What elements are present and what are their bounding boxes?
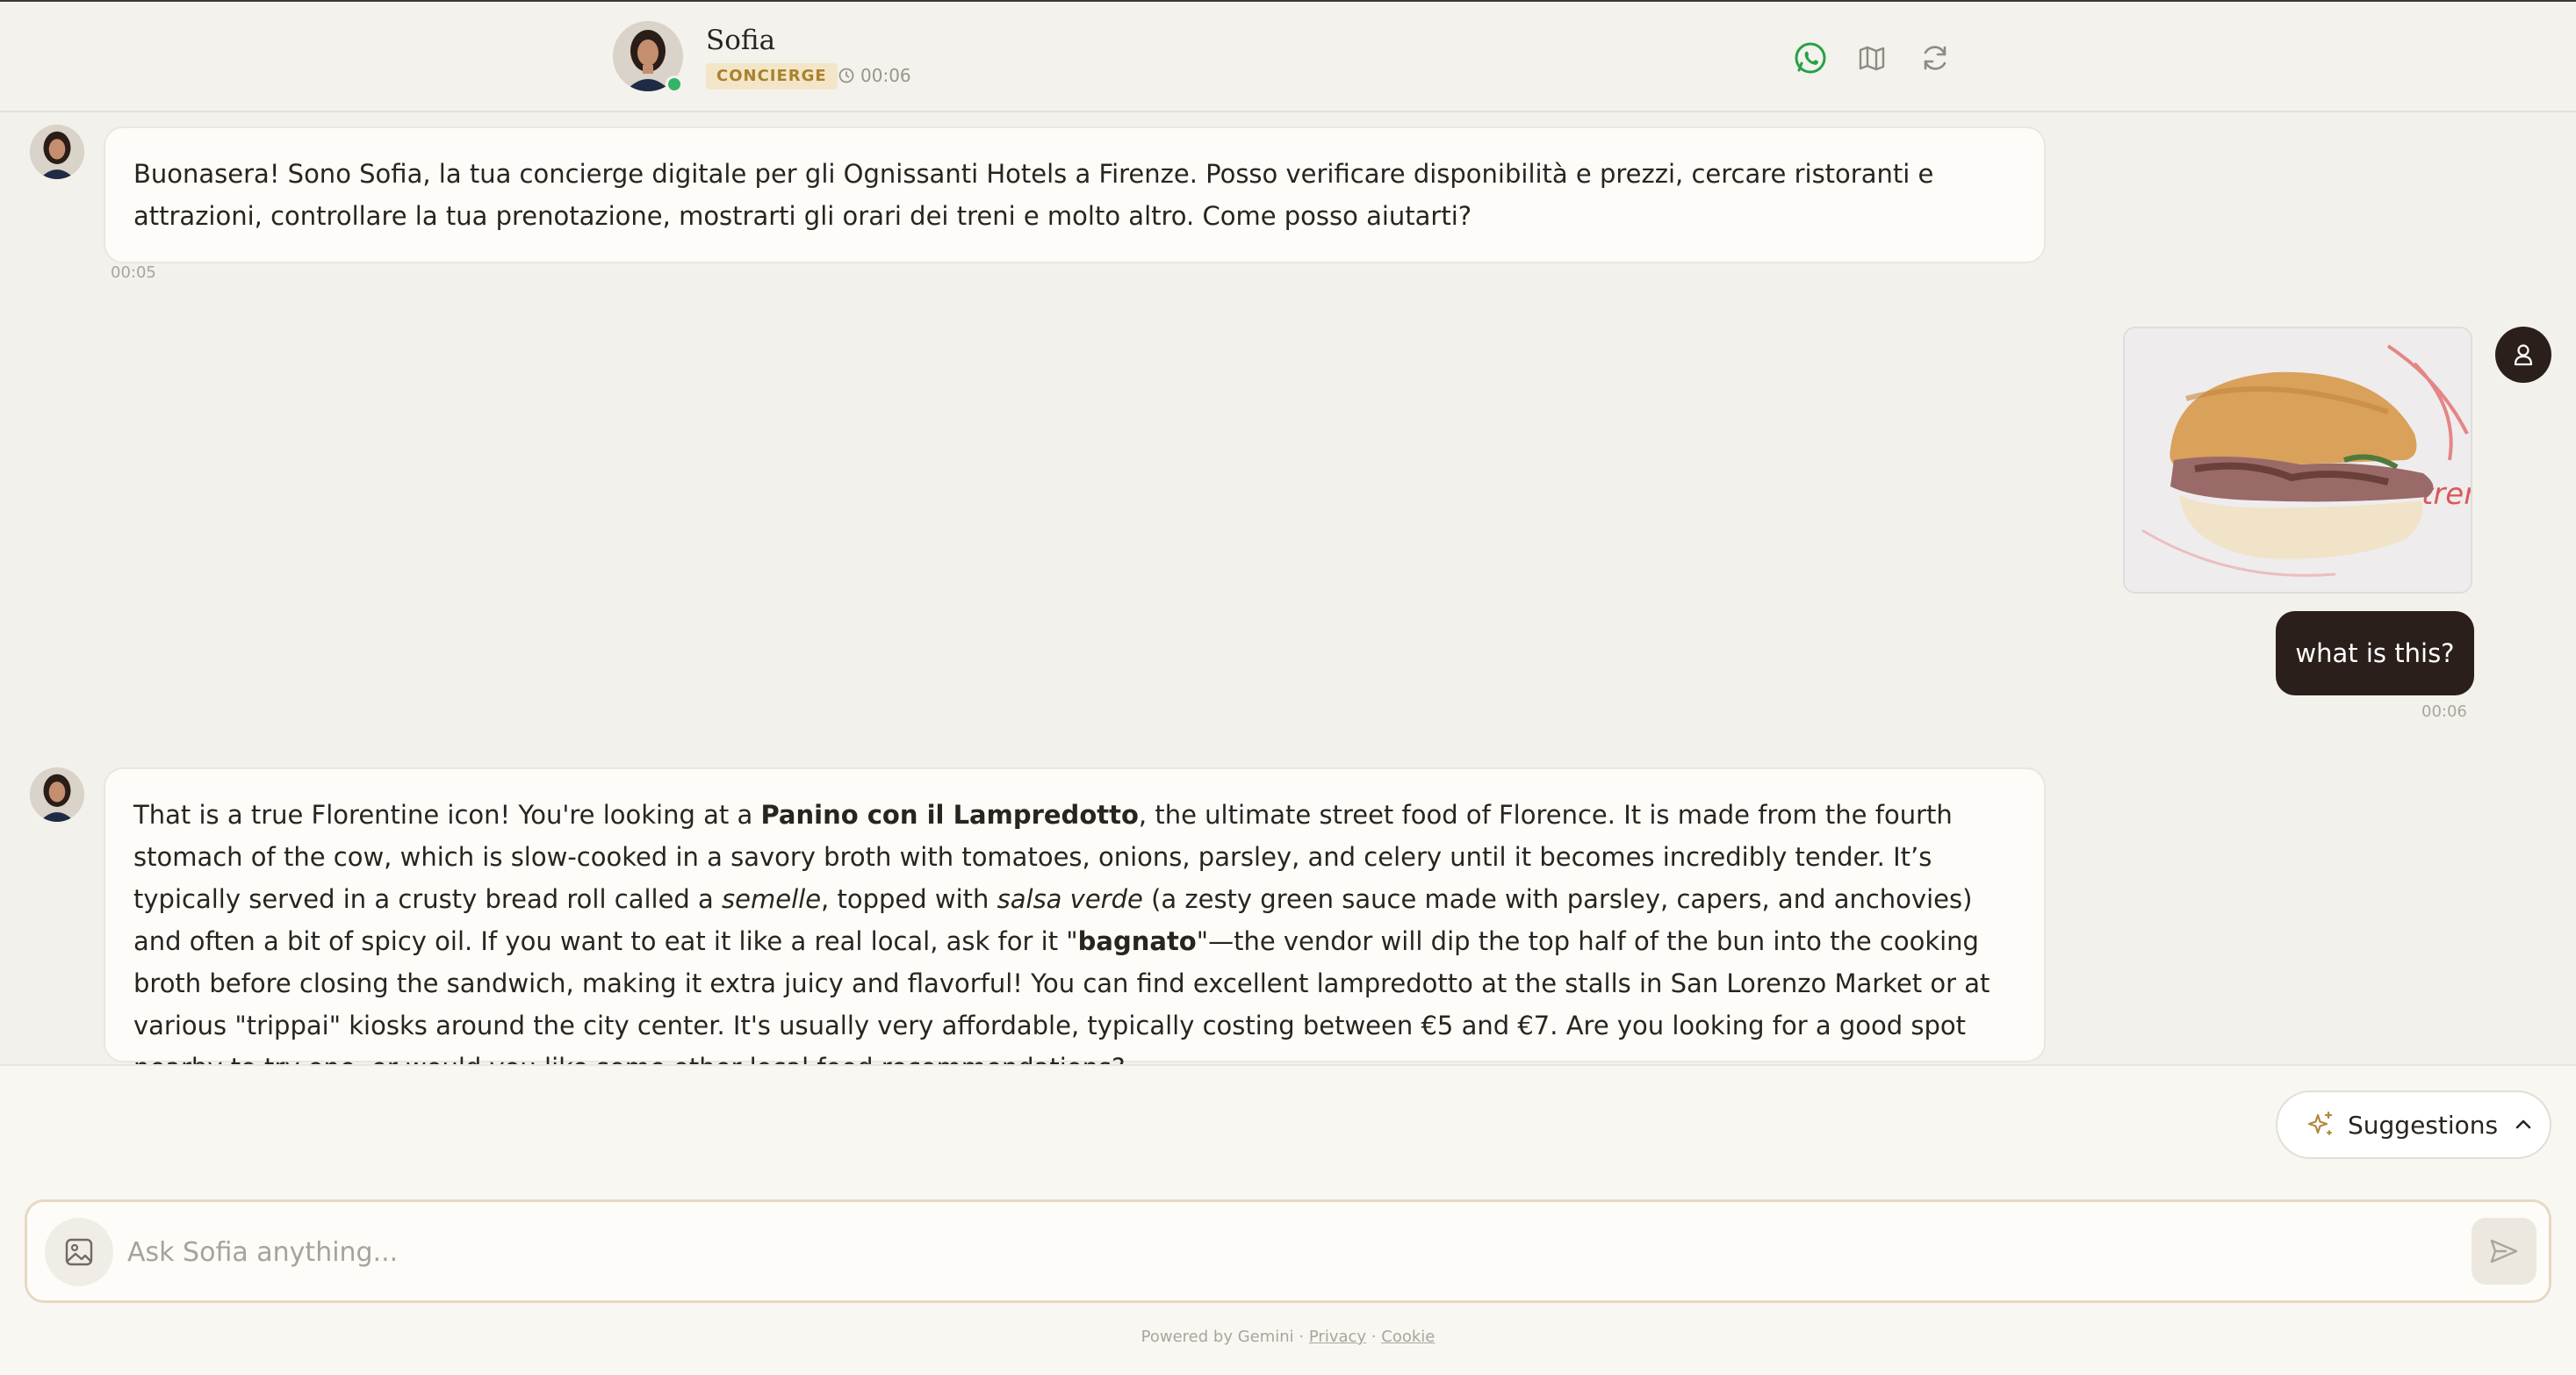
header-time: 00:06 [860, 65, 911, 86]
agent-message: Buonasera! Sono Sofia, la tua concierge … [104, 126, 2046, 263]
message-composer [25, 1199, 2551, 1303]
user-icon [2514, 344, 2533, 366]
refresh-icon [1924, 46, 1946, 70]
suggestions-button[interactable]: Suggestions [2276, 1091, 2551, 1159]
term-salsa-verde: salsa verde [997, 884, 1143, 914]
message-time: 00:05 [111, 263, 156, 282]
online-status-dot [666, 76, 683, 93]
message-time: 00:06 [2421, 702, 2467, 721]
clock-icon [838, 68, 854, 83]
agent-avatar [30, 767, 84, 822]
suggestions-label: Suggestions [2348, 1110, 2499, 1140]
sparkles-icon [2307, 1111, 2333, 1135]
user-message: what is this? [2276, 611, 2474, 695]
whatsapp-icon [1795, 42, 1826, 74]
chat-input[interactable] [126, 1225, 2426, 1279]
privacy-link[interactable]: Privacy [1309, 1328, 1366, 1346]
message-text: what is this? [2295, 638, 2455, 668]
map-button[interactable] [1853, 39, 1891, 77]
message-text: Buonasera! Sono Sofia, la tua concierge … [133, 159, 1934, 231]
agent-name: Sofia [706, 25, 776, 56]
user-avatar [2495, 327, 2551, 383]
cookie-link[interactable]: Cookie [1381, 1328, 1435, 1346]
image-icon [65, 1238, 93, 1266]
footer: Powered by Gemini · Privacy · Cookie [1140, 1328, 1436, 1346]
agent-avatar [30, 125, 84, 179]
term-bagnato: bagnato [1077, 926, 1197, 956]
role-badge: CONCIERGE [706, 63, 838, 90]
uploaded-food-photo[interactable]: tren [2123, 327, 2472, 594]
chevron-up-icon [2515, 1119, 2531, 1129]
attach-image-button[interactable] [45, 1218, 113, 1286]
agent-message: That is a true Florentine icon! You're l… [104, 767, 2046, 1083]
powered-by: Powered by Gemini [1140, 1328, 1294, 1346]
map-icon [1859, 46, 1885, 71]
refresh-button[interactable] [1916, 39, 1954, 77]
send-icon [2490, 1239, 2518, 1263]
term-semelle: semelle [722, 884, 822, 914]
panino-image: tren [2125, 328, 2471, 592]
whatsapp-button[interactable] [1791, 39, 1830, 77]
send-button[interactable] [2472, 1218, 2536, 1285]
dish-name: Panino con il Lampredotto [760, 800, 1139, 830]
chat-header: Sofia CONCIERGE 00:06 [0, 0, 2576, 112]
